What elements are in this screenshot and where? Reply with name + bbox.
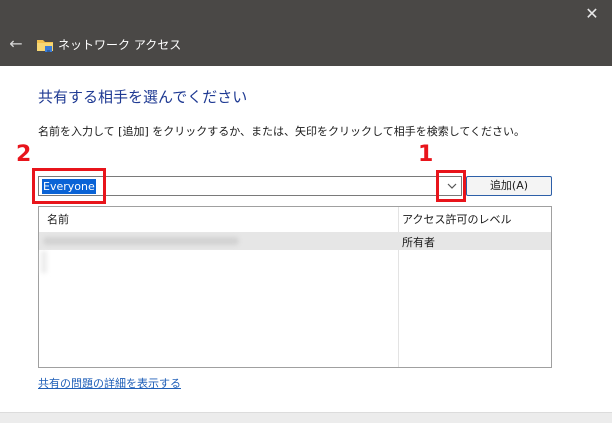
redacted-user-name bbox=[43, 237, 239, 245]
annotation-box-1 bbox=[436, 170, 466, 202]
close-button[interactable]: ✕ bbox=[580, 4, 604, 24]
annotation-box-2 bbox=[32, 168, 106, 204]
sharing-help-link[interactable]: 共有の問題の詳細を表示する bbox=[38, 375, 181, 391]
annotation-number-1: 1 bbox=[418, 142, 434, 167]
back-button[interactable]: ← bbox=[6, 34, 26, 54]
close-icon: ✕ bbox=[585, 4, 599, 23]
network-folder-icon bbox=[37, 40, 53, 52]
column-divider bbox=[398, 207, 399, 367]
sharing-table: 名前 アクセス許可のレベル 所有者 bbox=[38, 206, 552, 368]
redacted-fragment bbox=[41, 251, 47, 273]
bottom-bar bbox=[0, 412, 612, 423]
dialog-heading: 共有する相手を選んでください bbox=[38, 88, 248, 106]
instruction-text: 名前を入力して [追加] をクリックするか、または、矢印をクリックして相手を検索… bbox=[38, 125, 526, 138]
permission-level: 所有者 bbox=[402, 236, 435, 249]
column-header-name[interactable]: 名前 bbox=[47, 211, 69, 227]
column-header-permission[interactable]: アクセス許可のレベル bbox=[402, 211, 511, 227]
add-button[interactable]: 追加(A) bbox=[466, 176, 552, 196]
title-bar: ✕ ← ネットワーク アクセス bbox=[0, 0, 612, 66]
window-title: ネットワーク アクセス bbox=[58, 38, 182, 52]
dialog-content: 共有する相手を選んでください 名前を入力して [追加] をクリックするか、または… bbox=[0, 66, 612, 423]
back-arrow-icon: ← bbox=[9, 34, 23, 53]
table-row[interactable]: 所有者 bbox=[39, 232, 551, 250]
annotation-number-2: 2 bbox=[16, 142, 32, 167]
